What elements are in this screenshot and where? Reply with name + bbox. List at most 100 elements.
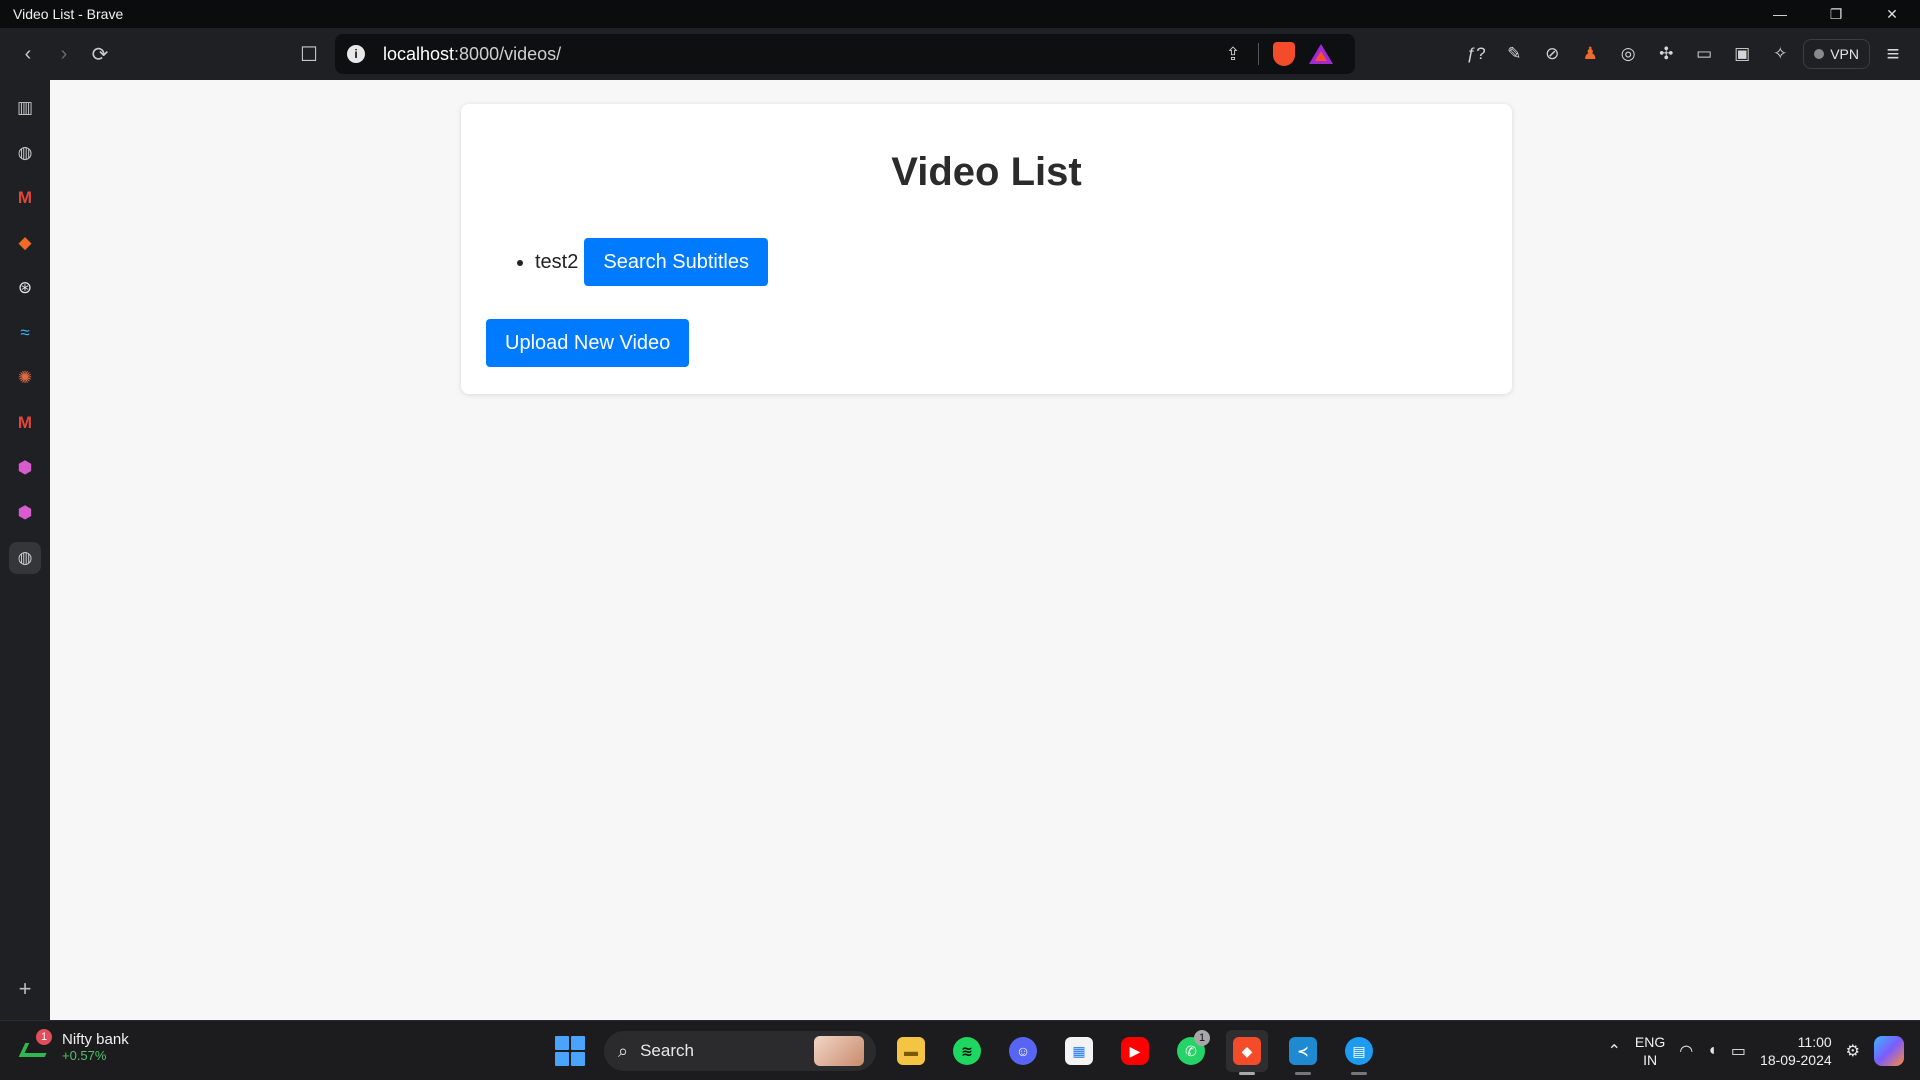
clock[interactable]: 11:00 18-09-2024 xyxy=(1760,1033,1832,1069)
active-indicator xyxy=(1239,1072,1255,1075)
restore-button[interactable]: ❐ xyxy=(1808,0,1864,28)
video-list-card: Video List test2 Search Subtitles Upload… xyxy=(461,104,1512,394)
video-list: test2 Search Subtitles xyxy=(511,238,768,286)
stock-widget-text: Nifty bank +0.57% xyxy=(62,1031,129,1063)
chart-mark xyxy=(18,1043,52,1057)
sidebar-globe-icon[interactable]: ◍ xyxy=(9,137,41,169)
taskbar-file-explorer[interactable]: ▬ xyxy=(890,1030,932,1072)
notification-badge: 1 xyxy=(36,1029,52,1045)
taskbar-spotify[interactable]: ≋ xyxy=(946,1030,988,1072)
taskbar-search[interactable]: ⌕ Search xyxy=(604,1031,876,1071)
sidebar-panel-icon[interactable]: ▥ xyxy=(9,92,41,124)
forward-button[interactable]: › xyxy=(46,36,82,72)
bookmark-button[interactable]: ☐ xyxy=(291,36,327,72)
leo-ai-icon[interactable]: ✧ xyxy=(1765,39,1795,69)
minimize-button[interactable]: — xyxy=(1752,0,1808,28)
search-subtitles-button[interactable]: Search Subtitles xyxy=(584,238,768,286)
settings-icon[interactable]: ⚙ xyxy=(1846,1041,1860,1061)
windows-logo-icon xyxy=(555,1052,569,1066)
stock-change: +0.57% xyxy=(62,1048,107,1063)
wifi-icon[interactable]: ◠ xyxy=(1679,1041,1693,1061)
reload-button[interactable]: ⟳ xyxy=(82,36,118,72)
taskbar-brave[interactable]: ◆ xyxy=(1226,1030,1268,1075)
copilot-icon[interactable] xyxy=(1874,1036,1904,1066)
vscode-icon: ≺ xyxy=(1289,1037,1317,1065)
sidebar-claude-icon[interactable]: ✺ xyxy=(9,362,41,394)
search-icon: ⌕ xyxy=(618,1040,629,1061)
forward-icon: › xyxy=(60,42,68,65)
file-explorer-icon: ▬ xyxy=(897,1037,925,1065)
sidebar-app-icon[interactable]: ⬢ xyxy=(9,452,41,484)
extensions-puzzle-icon[interactable]: ✣ xyxy=(1651,39,1681,69)
notification-badge: 1 xyxy=(1194,1030,1210,1046)
sidebar-gmail-icon[interactable]: M xyxy=(9,407,41,439)
menu-icon[interactable]: ≡ xyxy=(1878,39,1908,69)
taskbar-docker[interactable]: ▤ xyxy=(1338,1030,1380,1075)
windows-logo-icon xyxy=(571,1036,585,1050)
clock-date: 18-09-2024 xyxy=(1760,1052,1832,1068)
wallet-icon[interactable]: ▣ xyxy=(1727,39,1757,69)
volume-icon[interactable]: ◖ xyxy=(1707,1042,1717,1060)
search-highlight-image xyxy=(814,1036,864,1066)
close-button[interactable]: ✕ xyxy=(1864,0,1920,28)
system-tray: ⌃ ENG IN ◠ ◖ ▭ 11:00 18-09-2024 ⚙ xyxy=(1608,1021,1920,1080)
brave-rewards-icon[interactable] xyxy=(1309,44,1333,64)
share-icon[interactable]: ⇪ xyxy=(1222,43,1244,65)
sidebar-tailwind-icon[interactable]: ≈ xyxy=(9,317,41,349)
microsoft-store-icon: ▦ xyxy=(1065,1037,1093,1065)
extension-icon[interactable]: ♟ xyxy=(1575,39,1605,69)
extension-icon[interactable]: ✎ xyxy=(1499,39,1529,69)
region-code: IN xyxy=(1643,1052,1658,1068)
spotify-icon: ≋ xyxy=(953,1037,981,1065)
windows-taskbar: 1 Nifty bank +0.57% ⌕ Search ▬ ≋ ☺ ▦ ▶ ✆… xyxy=(0,1020,1920,1080)
extension-icon[interactable]: ⊘ xyxy=(1537,39,1567,69)
video-name: test2 xyxy=(535,250,579,273)
discord-icon: ☺ xyxy=(1009,1037,1037,1065)
back-button[interactable]: ‹ xyxy=(10,36,46,72)
extension-icon[interactable]: ◎ xyxy=(1613,39,1643,69)
stock-widget[interactable]: 1 Nifty bank +0.57% xyxy=(18,1029,129,1063)
taskbar-apps: ⌕ Search ▬ ≋ ☺ ▦ ▶ ✆ 1 ◆ ≺ ▤ xyxy=(550,1030,1380,1075)
stock-name: Nifty bank xyxy=(62,1031,129,1048)
docker-icon: ▤ xyxy=(1345,1037,1373,1065)
running-indicator xyxy=(1351,1072,1367,1075)
stock-chart-icon: 1 xyxy=(18,1029,52,1061)
sidebar-toggle-icon[interactable]: ▭ xyxy=(1689,39,1719,69)
taskbar-discord[interactable]: ☺ xyxy=(1002,1030,1044,1072)
reload-icon: ⟳ xyxy=(91,43,109,66)
language-indicator[interactable]: ENG IN xyxy=(1635,1033,1665,1069)
bookmark-icon: ☐ xyxy=(300,43,318,66)
window-title: Video List - Brave xyxy=(13,6,124,22)
url-text[interactable]: localhost:8000/videos/ xyxy=(383,44,1222,65)
language-code: ENG xyxy=(1634,1034,1666,1050)
sidebar-gmail-icon[interactable]: M xyxy=(9,182,41,214)
vpn-button[interactable]: VPN xyxy=(1803,39,1870,69)
site-info-icon[interactable]: i xyxy=(347,45,365,63)
battery-icon[interactable]: ▭ xyxy=(1731,1041,1746,1061)
back-icon: ‹ xyxy=(24,42,32,65)
browser-toolbar: ‹ › ⟳ ☐ i localhost:8000/videos/ ⇪ ƒ? ✎ … xyxy=(0,28,1920,80)
windows-logo-icon xyxy=(555,1036,569,1050)
sidebar-chatgpt-icon[interactable]: ⊛ xyxy=(9,272,41,304)
sidebar-gitlab-icon[interactable]: ◆ xyxy=(9,227,41,259)
extension-icon[interactable]: ƒ? xyxy=(1461,39,1491,69)
youtube-icon: ▶ xyxy=(1121,1037,1149,1065)
taskbar-youtube[interactable]: ▶ xyxy=(1114,1030,1156,1072)
taskbar-whatsapp[interactable]: ✆ 1 xyxy=(1170,1030,1212,1072)
start-button[interactable] xyxy=(550,1031,590,1071)
taskbar-microsoft-store[interactable]: ▦ xyxy=(1058,1030,1100,1072)
taskbar-vscode[interactable]: ≺ xyxy=(1282,1030,1324,1075)
sidebar-globe-icon[interactable]: ◍ xyxy=(9,542,41,574)
address-bar[interactable]: i localhost:8000/videos/ ⇪ xyxy=(335,34,1355,74)
page-viewport: Video List test2 Search Subtitles Upload… xyxy=(50,80,1920,1020)
browser-sidebar: ▥ ◍ M ◆ ⊛ ≈ ✺ M ⬢ ⬢ ◍ + xyxy=(0,80,50,1020)
sidebar-add-icon[interactable]: + xyxy=(9,973,41,1005)
show-hidden-icons-icon[interactable]: ⌃ xyxy=(1608,1041,1621,1061)
brave-icon: ◆ xyxy=(1233,1037,1261,1065)
sidebar-app-icon[interactable]: ⬢ xyxy=(9,497,41,529)
url-path: :8000/videos/ xyxy=(454,43,562,64)
brave-shields-icon[interactable] xyxy=(1273,42,1295,66)
upload-new-video-button[interactable]: Upload New Video xyxy=(486,319,690,367)
divider xyxy=(1258,43,1259,65)
clock-time: 11:00 xyxy=(1797,1034,1832,1050)
